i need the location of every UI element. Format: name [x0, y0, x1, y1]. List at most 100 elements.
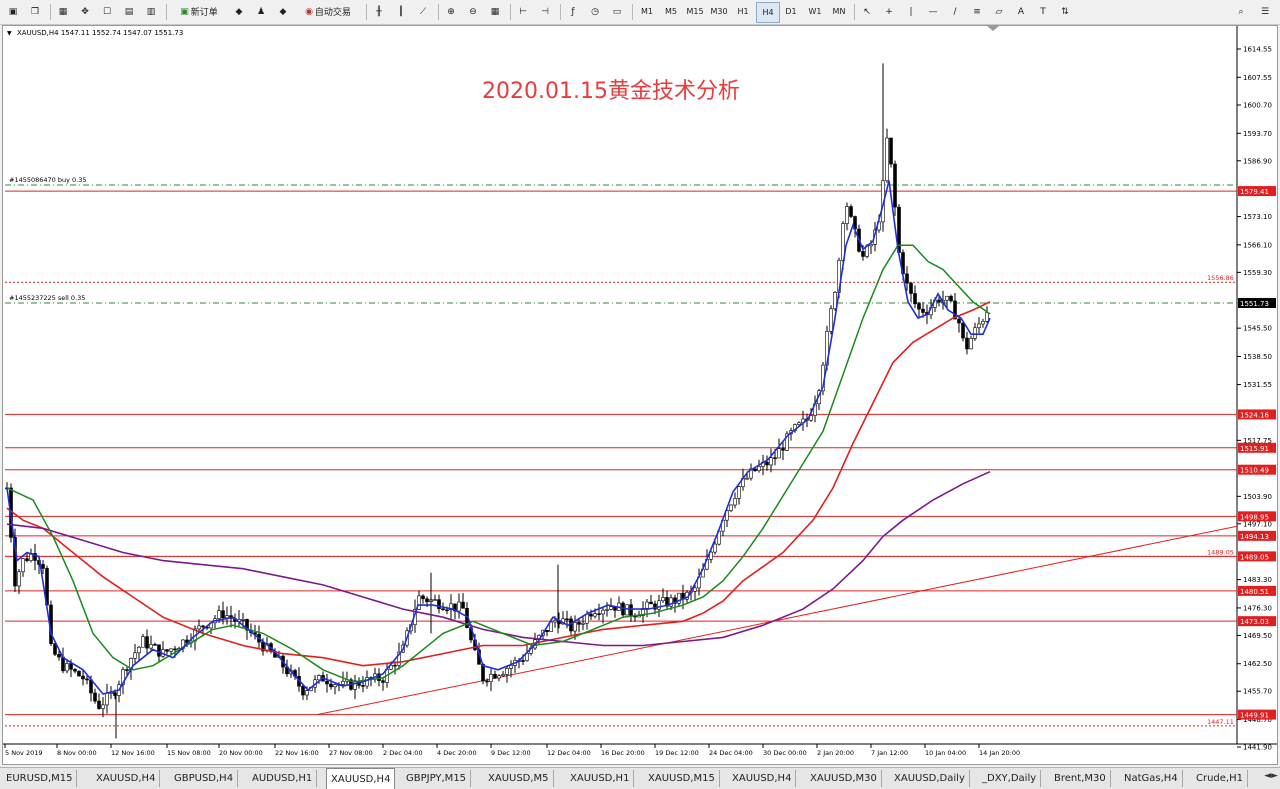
timeframe-m5-button[interactable]: M5 — [660, 2, 682, 21]
tile-windows-icon[interactable]: ▦ — [486, 2, 504, 21]
price-tick-label: 1455.70 — [1243, 688, 1272, 696]
chart-tab[interactable]: XAUUSD,M15 — [644, 770, 720, 787]
autoscroll-icon[interactable]: ⊣ — [536, 2, 554, 21]
chart-tab[interactable]: EURUSD,M15 — [2, 770, 78, 787]
candle — [985, 306, 989, 323]
candle-body — [393, 664, 397, 667]
indicators-icon[interactable]: ƒ — [564, 2, 582, 21]
data-window-icon[interactable]: ☐ — [98, 2, 116, 21]
level-price-label: 1494.13 — [1240, 533, 1269, 541]
candle — [153, 642, 157, 646]
vertical-line-icon[interactable]: | — [902, 2, 920, 21]
ma-mid-line — [6, 244, 991, 683]
zoom-in-icon[interactable]: ⊕ — [442, 2, 460, 21]
trendline-icon[interactable]: / — [946, 2, 964, 21]
line-chart-icon[interactable]: ⟋ — [414, 2, 432, 21]
terminal-icon[interactable]: ▤ — [120, 2, 138, 21]
candle — [957, 316, 961, 333]
timeframe-h1-button[interactable]: H1 — [732, 2, 754, 21]
candle — [641, 601, 645, 623]
periods-icon[interactable]: ◷ — [586, 2, 604, 21]
candle-body — [81, 675, 85, 680]
metaeditor-icon[interactable]: ◆ — [274, 2, 292, 21]
search-icon[interactable]: ⌕ — [1232, 2, 1250, 21]
timeframe-m15-button[interactable]: M15 — [684, 2, 706, 21]
candle — [569, 615, 573, 635]
crosshair-icon[interactable]: + — [880, 2, 898, 21]
time-tick-label: 7 Jan 12:00 — [871, 749, 908, 757]
time-tick-label: 8 Nov 00:00 — [57, 749, 97, 757]
equidistant-channel-icon[interactable]: ▱ — [990, 2, 1008, 21]
candle-body — [957, 318, 961, 324]
arrows-icon[interactable]: ⇅ — [1056, 2, 1074, 21]
timeframe-mn-button[interactable]: MN — [828, 2, 850, 21]
chart-tab[interactable]: Brent,M30 — [1050, 770, 1111, 787]
auto-trading-button[interactable]: ◉ 自动交易 — [296, 2, 360, 21]
strategy-tester-icon[interactable]: ▥ — [142, 2, 160, 21]
candle — [137, 645, 141, 661]
time-tick-label: 2 Dec 04:00 — [383, 749, 423, 757]
candle — [981, 318, 985, 328]
candle-body — [893, 163, 897, 208]
candle-body — [505, 668, 509, 675]
new-order-button[interactable]: ▣ 新订单 — [170, 2, 228, 21]
chart-tab[interactable]: XAUUSD,H4 — [326, 768, 396, 789]
candle-body — [485, 680, 489, 683]
candle-body — [553, 620, 557, 623]
candlestick-icon[interactable]: ┃ — [392, 2, 410, 21]
timeframe-h4-button[interactable]: H4 — [756, 2, 780, 23]
market-watch-icon[interactable]: ▦ — [54, 2, 72, 21]
chart-tab[interactable]: XAUUSD,H4 — [92, 770, 161, 787]
chart-tab[interactable]: GBPJPY,M15 — [402, 770, 472, 787]
candle-body — [325, 680, 329, 685]
candle — [801, 410, 805, 431]
timeframe-w1-button[interactable]: W1 — [804, 2, 826, 21]
tab-scroll-arrows[interactable]: ◄► — [1264, 771, 1278, 781]
chart-tab[interactable]: NatGas,H4 — [1120, 770, 1183, 787]
profiles-icon[interactable]: ❐ — [26, 2, 44, 21]
chart-tab[interactable]: XAUUSD,M30 — [806, 770, 882, 787]
timeframe-d1-button[interactable]: D1 — [780, 2, 802, 21]
chat-icon[interactable]: ☰ — [1256, 2, 1274, 21]
chart-tab[interactable]: AUDUSD,H1 — [248, 770, 318, 787]
fetch-icon[interactable]: ♟ — [252, 2, 270, 21]
time-tick-label: 22 Nov 16:00 — [275, 749, 319, 757]
chart-shift-icon[interactable]: ⊢ — [514, 2, 532, 21]
fibonacci-icon[interactable]: ≡ — [968, 2, 986, 21]
new-order-label: 新订单 — [190, 8, 218, 18]
candle — [673, 594, 677, 613]
candle-body — [141, 636, 145, 648]
candle — [29, 548, 33, 563]
cursor-icon[interactable]: ↖ — [858, 2, 876, 21]
time-tick-label: 12 Nov 16:00 — [111, 749, 155, 757]
metaeditor-icon[interactable]: ◆ — [230, 2, 248, 21]
candle-body — [493, 673, 497, 679]
timeframe-m1-button[interactable]: M1 — [636, 2, 658, 21]
candle — [765, 455, 769, 471]
chart-tab[interactable]: GBPUSD,H4 — [170, 770, 239, 787]
chart-shift-marker-icon[interactable] — [987, 26, 999, 31]
candle-body — [85, 678, 89, 681]
chart-tab[interactable]: _DXY,Daily — [978, 770, 1042, 787]
timeframe-m30-button[interactable]: M30 — [708, 2, 730, 21]
text-label-icon[interactable]: T — [1034, 2, 1052, 21]
chart-tab[interactable]: XAUUSD,M5 — [484, 770, 554, 787]
bar-chart-icon[interactable]: ╫ — [370, 2, 388, 21]
chart-tab[interactable]: XAUUSD,H4 — [728, 770, 797, 787]
chart-canvas[interactable]: 1614.55 1607.55 1600.70 1593.70 1586.90 1573.… — [3, 26, 1277, 764]
chart-tab[interactable]: XAUUSD,Daily — [890, 770, 970, 787]
templates-icon[interactable]: ▭ — [608, 2, 626, 21]
candle-body — [333, 684, 337, 688]
text-icon[interactable]: A — [1012, 2, 1030, 21]
candle-body — [713, 543, 717, 553]
zoom-out-icon[interactable]: ⊖ — [464, 2, 482, 21]
toolbar-separator — [50, 4, 51, 20]
price-chart[interactable]: 1614.55 1607.55 1600.70 1593.70 1586.90 1573.… — [2, 25, 1278, 765]
horizontal-line-icon[interactable]: — — [924, 2, 942, 21]
candle-body — [149, 644, 153, 649]
navigator-icon[interactable]: ✥ — [76, 2, 94, 21]
new-chart-icon[interactable]: ▣ — [4, 2, 22, 21]
chart-tab[interactable]: Crude,H1 — [1192, 770, 1248, 787]
candle-body — [597, 613, 601, 616]
chart-tab[interactable]: XAUUSD,H1 — [566, 770, 635, 787]
